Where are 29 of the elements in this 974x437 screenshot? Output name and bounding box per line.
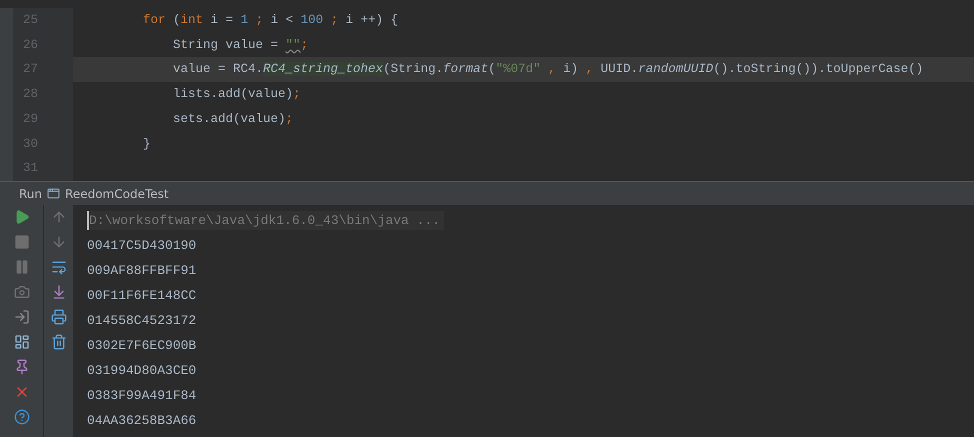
layout-icon[interactable] [14,334,30,350]
code-line: sets.add(value); [172,110,294,128]
code-line: for (int i = 1 ; i < 100 ; i ++) { [142,12,398,29]
code-line: value = RC4.RC4_string_tohex(String.format("%07d" , i) , UUID.randomUUID().toString()).toUpperCase() [172,61,924,78]
output-line: 00417C5D430190 [87,236,198,255]
output-line: 04AA36258B3A66 [87,412,198,430]
window-icon [47,187,60,200]
run-icon[interactable] [14,209,30,225]
print-icon[interactable] [50,309,66,325]
output-line: 031994D80A3CE0 [87,362,198,380]
import-icon[interactable] [50,284,66,300]
output-line: 014558C4523172 [87,312,198,330]
code-line: } [142,136,151,153]
output-line: 0302E7F6EC900B [87,336,198,355]
output-line: 009AF88FFBFF91 [87,262,198,280]
trash-icon[interactable] [50,334,66,350]
output-line: 00F11F6FE148CC [87,286,198,305]
stop-icon[interactable] [14,234,30,250]
wrap-icon[interactable] [50,259,66,275]
help-icon[interactable] [14,409,30,425]
pause-icon[interactable] [14,259,30,275]
enter-icon[interactable] [14,309,30,325]
output-line: 0383F99A491F84 [87,386,198,405]
code-line: lists.add(value); [172,86,301,104]
run-label: Run [19,186,42,202]
pin-icon[interactable] [14,359,30,375]
camera-icon[interactable] [14,284,30,300]
code-line: String value = ""; [172,36,308,54]
config-name[interactable]: ReedomCodeTest [65,184,169,202]
